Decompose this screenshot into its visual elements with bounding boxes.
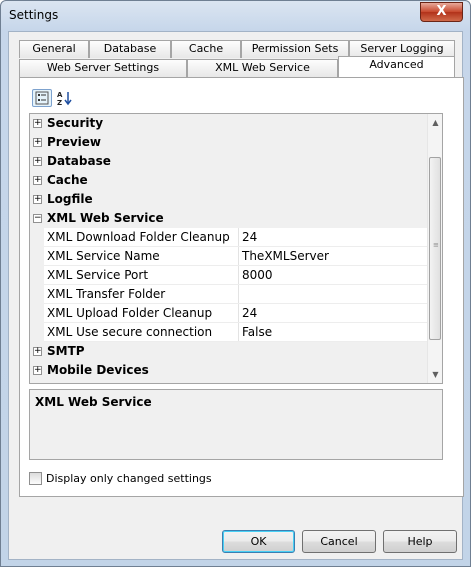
property-value[interactable]: 24: [242, 230, 257, 244]
property-gutter: [30, 285, 44, 304]
vertical-scrollbar[interactable]: ▲ ≡ ▼: [427, 114, 442, 383]
svg-text:Z: Z: [57, 99, 62, 106]
property-category[interactable]: + Cache: [30, 171, 427, 190]
property-gutter: [30, 247, 44, 266]
description-title: XML Web Service: [35, 395, 152, 409]
property-value[interactable]: TheXMLServer: [242, 249, 329, 263]
close-icon: X: [436, 4, 447, 19]
cancel-button[interactable]: Cancel: [302, 530, 376, 553]
collapse-icon[interactable]: −: [33, 214, 42, 223]
property-category-label: Security: [47, 116, 104, 130]
property-category-label: Logfile: [47, 192, 93, 206]
property-gutter: [30, 266, 44, 285]
expand-icon[interactable]: +: [33, 347, 42, 356]
property-category-label: SMTP: [47, 344, 85, 358]
property-gutter: [30, 323, 44, 342]
property-name: XML Upload Folder Cleanup: [47, 306, 213, 320]
property-category[interactable]: + Logfile: [30, 190, 427, 209]
property-grid[interactable]: + Security + Preview + Database + Cache + Logfile…: [29, 113, 443, 384]
title-bar[interactable]: Settings X: [1, 1, 470, 31]
property-row[interactable]: XML Download Folder Cleanup 24: [30, 228, 427, 247]
property-category[interactable]: − XML Web Service: [30, 209, 427, 228]
tab-general[interactable]: General: [19, 40, 89, 58]
expand-icon[interactable]: +: [33, 138, 42, 147]
display-changed-settings-checkbox[interactable]: [29, 472, 42, 485]
property-name: XML Use secure connection: [47, 325, 213, 339]
property-category[interactable]: + Security: [30, 114, 427, 133]
property-gutter: [30, 304, 44, 323]
tab-cache[interactable]: Cache: [171, 40, 241, 58]
scroll-up-arrow-icon[interactable]: ▲: [428, 115, 442, 130]
expand-icon[interactable]: +: [33, 366, 42, 375]
tab-database[interactable]: Database: [89, 40, 171, 58]
property-row[interactable]: XML Use secure connection False: [30, 323, 427, 342]
property-value[interactable]: 8000: [242, 268, 273, 282]
property-category-label: XML Web Service: [47, 211, 164, 225]
tab-advanced[interactable]: Advanced: [338, 56, 455, 77]
property-category-label: Database: [47, 154, 111, 168]
property-name: XML Download Folder Cleanup: [47, 230, 230, 244]
scroll-thumb[interactable]: ≡: [429, 157, 441, 340]
property-name: XML Service Port: [47, 268, 149, 282]
ok-button[interactable]: OK: [222, 530, 295, 553]
property-divider[interactable]: [238, 323, 239, 342]
settings-window: Settings X General Database Cache Permis…: [0, 0, 471, 567]
property-category-label: Preview: [47, 135, 102, 149]
property-row[interactable]: XML Upload Folder Cleanup 24: [30, 304, 427, 323]
display-changed-settings-label[interactable]: Display only changed settings: [46, 472, 212, 485]
scroll-down-arrow-icon[interactable]: ▼: [428, 367, 442, 382]
property-divider[interactable]: [238, 304, 239, 323]
property-category[interactable]: + Database: [30, 152, 427, 171]
property-divider[interactable]: [238, 228, 239, 247]
property-category[interactable]: + Preview: [30, 133, 427, 152]
alphabetical-sort-icon: A Z: [57, 91, 72, 106]
property-category[interactable]: + Mobile Devices: [30, 361, 427, 380]
categorized-button[interactable]: [32, 89, 52, 107]
tab-permission-sets[interactable]: Permission Sets: [241, 40, 349, 58]
property-category[interactable]: + SMTP: [30, 342, 427, 361]
expand-icon[interactable]: +: [33, 176, 42, 185]
property-category-label: Table Replication: [47, 382, 163, 383]
window-title: Settings: [9, 8, 59, 22]
property-divider[interactable]: [238, 266, 239, 285]
property-value[interactable]: False: [242, 325, 272, 339]
close-button[interactable]: X: [420, 2, 463, 22]
property-row[interactable]: XML Service Name TheXMLServer: [30, 247, 427, 266]
property-divider[interactable]: [238, 247, 239, 266]
help-button[interactable]: Help: [383, 530, 457, 553]
description-pane: XML Web Service: [29, 389, 443, 460]
property-name: XML Transfer Folder: [47, 287, 166, 301]
tab-xml-web-service[interactable]: XML Web Service: [187, 59, 338, 77]
property-gutter: [30, 228, 44, 247]
svg-text:A: A: [57, 91, 63, 99]
expand-icon[interactable]: +: [33, 157, 42, 166]
property-category-label: Mobile Devices: [47, 363, 149, 377]
tab-web-server-settings[interactable]: Web Server Settings: [19, 59, 187, 77]
property-row[interactable]: XML Transfer Folder: [30, 285, 427, 304]
expand-icon[interactable]: +: [33, 119, 42, 128]
property-divider[interactable]: [238, 285, 239, 304]
alphabetical-button[interactable]: A Z: [54, 89, 74, 107]
property-category[interactable]: +Table Replication: [30, 380, 427, 383]
property-grid-rows: + Security + Preview + Database + Cache + Logfile…: [30, 114, 427, 383]
grip-icon: ≡: [433, 241, 439, 249]
property-value[interactable]: 24: [242, 306, 257, 320]
property-row[interactable]: XML Service Port 8000: [30, 266, 427, 285]
property-name: XML Service Name: [47, 249, 160, 263]
property-category-label: Cache: [47, 173, 88, 187]
expand-icon[interactable]: +: [33, 195, 42, 204]
categorized-icon: [35, 91, 49, 105]
